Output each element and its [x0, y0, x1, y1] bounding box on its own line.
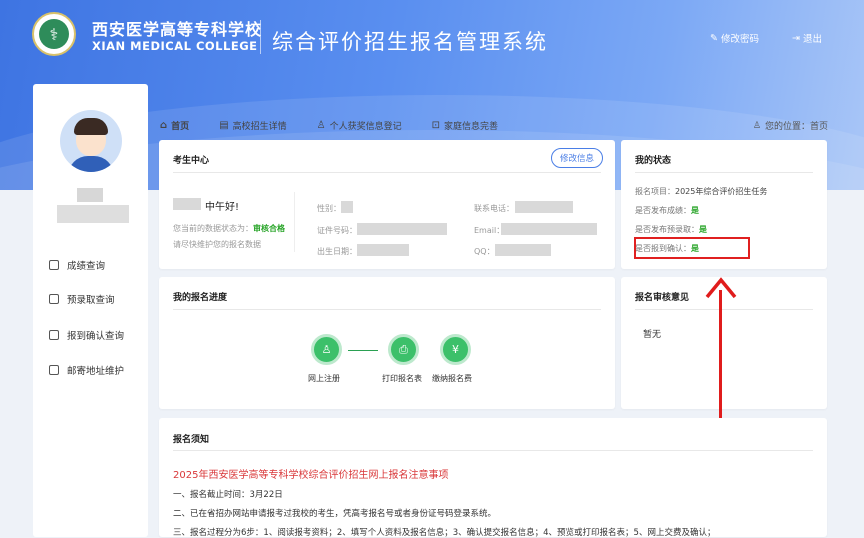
logout-label: 退出 [802, 34, 822, 45]
status-pre-admission: 是否发布预录取：是 [635, 224, 707, 235]
status-project: 报名项目：2025年综合评价招生任务 [635, 186, 767, 197]
change-password-label: 修改密码 [720, 34, 759, 45]
step-label: 打印报名表 [382, 374, 422, 383]
id-value-redacted [357, 223, 447, 235]
review-content: 暂无 [643, 330, 662, 340]
breadcrumb: ♙ 您的位置：首页 [752, 119, 828, 133]
status-value: 是 [691, 206, 699, 215]
status-value: 2025年综合评价招生任务 [675, 187, 768, 196]
sidebar-item-address[interactable]: 邮寄地址维护 [49, 363, 124, 377]
caduceus-icon: ⚕ [39, 19, 69, 49]
system-title: 综合评价招生报名管理系统 [272, 30, 548, 54]
tab-label: 高校招生详情 [232, 122, 287, 132]
greeting: 中午好! [205, 202, 240, 213]
logout-link[interactable]: ⇥ 退出 [792, 31, 822, 46]
school-name-cn: 西安医学高等专科学校 [92, 20, 263, 39]
tab-award-registration[interactable]: ♙ 个人获奖信息登记 [317, 119, 402, 132]
tab-label: 家庭信息完善 [444, 122, 499, 132]
change-password-link[interactable]: ✎ 修改密码 [710, 31, 759, 46]
admission-icon [49, 294, 59, 304]
gender-value-redacted [341, 201, 353, 213]
card-title: 报名须知 [173, 435, 210, 445]
data-status: 您当前的数据状态为：审核合格 [173, 223, 285, 234]
gender-label: 性别： [317, 204, 341, 213]
header-divider [260, 20, 261, 54]
user-info-redacted [57, 205, 129, 223]
sidebar: 成绩查询 预录取查询 报到确认查询 邮寄地址维护 [33, 84, 148, 537]
qq-label: QQ： [474, 247, 495, 256]
student-center-card: 考生中心 修改信息 中午好! 您当前的数据状态为：审核合格 请尽快维护您的报名数… [159, 140, 615, 269]
confirmation-highlight-box [634, 237, 750, 259]
edit-info-button[interactable]: 修改信息 [550, 148, 603, 168]
tab-college-details[interactable]: ▤ 高校招生详情 [219, 119, 286, 132]
tab-label: 首页 [171, 122, 190, 132]
sidebar-item-label: 成绩查询 [67, 261, 106, 272]
notice-headline: 2025年西安医学高等专科学校综合评价招生网上报名注意事项 [173, 470, 449, 481]
score-icon [49, 260, 59, 270]
sidebar-item-label: 预录取查询 [67, 295, 115, 306]
print-step-icon: ⎙ [388, 334, 419, 365]
annotation-arrow-shaft [719, 290, 722, 426]
sidebar-item-label: 邮寄地址维护 [67, 366, 125, 377]
register-step-icon: ♙ [311, 334, 342, 365]
card-title: 报名审核意见 [635, 293, 690, 303]
status-label: 是否发布预录取： [635, 225, 699, 234]
birth-value-redacted [357, 244, 409, 256]
name-redacted [173, 198, 201, 210]
status-label: 报名项目： [635, 187, 675, 196]
sidebar-item-score[interactable]: 成绩查询 [49, 258, 105, 272]
family-icon: ⊡ [431, 120, 441, 131]
notice-line: 二、已在省招办网站申请报考过我校的考生，凭高考报名号或者身份证号码登录系统。 [173, 509, 497, 519]
top-nav: ⌂ 首页 ▤ 高校招生详情 ♙ 个人获奖信息登记 ⊡ 家庭信息完善 [160, 119, 830, 132]
id-label: 证件号码： [317, 226, 357, 235]
tab-family-info[interactable]: ⊡ 家庭信息完善 [432, 119, 498, 132]
address-icon [49, 365, 59, 375]
email-label: Email： [474, 226, 505, 235]
email-value-redacted [501, 223, 597, 235]
document-icon: ▤ [219, 120, 229, 131]
avatar [60, 110, 122, 172]
status-score: 是否发布成绩：是 [635, 205, 699, 216]
home-icon: ⌂ [160, 120, 168, 131]
status-value: 是 [699, 225, 707, 234]
card-title: 我的报名进度 [173, 293, 228, 303]
school-name-en: XIAN MEDICAL COLLEGE [92, 39, 258, 53]
notice-card: 报名须知 2025年西安医学高等专科学校综合评价招生网上报名注意事项 一、报名截… [159, 418, 827, 538]
data-status-label: 您当前的数据状态为： [173, 224, 253, 233]
tab-label: 个人获奖信息登记 [329, 122, 402, 132]
sidebar-item-label: 报到确认查询 [67, 331, 125, 342]
sidebar-item-confirm[interactable]: 报到确认查询 [49, 328, 124, 342]
step-label: 缴纳报名费 [432, 374, 472, 383]
birth-label: 出生日期： [317, 247, 357, 256]
user-icon: ♙ [316, 120, 326, 131]
step-label: 网上注册 [308, 374, 340, 383]
notice-line: 一、报名截止时间：3月22日 [173, 490, 283, 500]
notice-line: 三、报名过程分为6步：1、阅读报考资料；2、填写个人资料及报名信息；3、确认提交… [173, 528, 716, 538]
qq-value-redacted [495, 244, 551, 256]
arrow-up-icon [705, 277, 737, 299]
phone-value-redacted [515, 201, 573, 213]
card-title: 我的状态 [635, 156, 672, 166]
sidebar-item-pre-admission[interactable]: 预录取查询 [49, 292, 115, 306]
school-logo: ⚕ [32, 12, 76, 56]
location-icon: ♙ [752, 120, 761, 131]
tab-home[interactable]: ⌂ 首页 [160, 119, 189, 132]
logout-icon: ⇥ [792, 32, 800, 44]
edit-icon: ✎ [710, 32, 718, 44]
data-status-value: 审核合格 [253, 224, 285, 233]
card-title: 考生中心 [173, 156, 210, 166]
maintain-hint: 请尽快维护您的报名数据 [173, 240, 261, 249]
payment-step-icon: ¥ [440, 334, 471, 365]
progress-card: 我的报名进度 [159, 277, 615, 409]
confirm-icon [49, 330, 59, 340]
phone-label: 联系电话： [474, 204, 514, 213]
location-label: 您的位置：首页 [764, 122, 828, 132]
status-label: 是否发布成绩： [635, 206, 691, 215]
user-name-redacted [77, 188, 103, 202]
progress-connector [348, 350, 378, 351]
